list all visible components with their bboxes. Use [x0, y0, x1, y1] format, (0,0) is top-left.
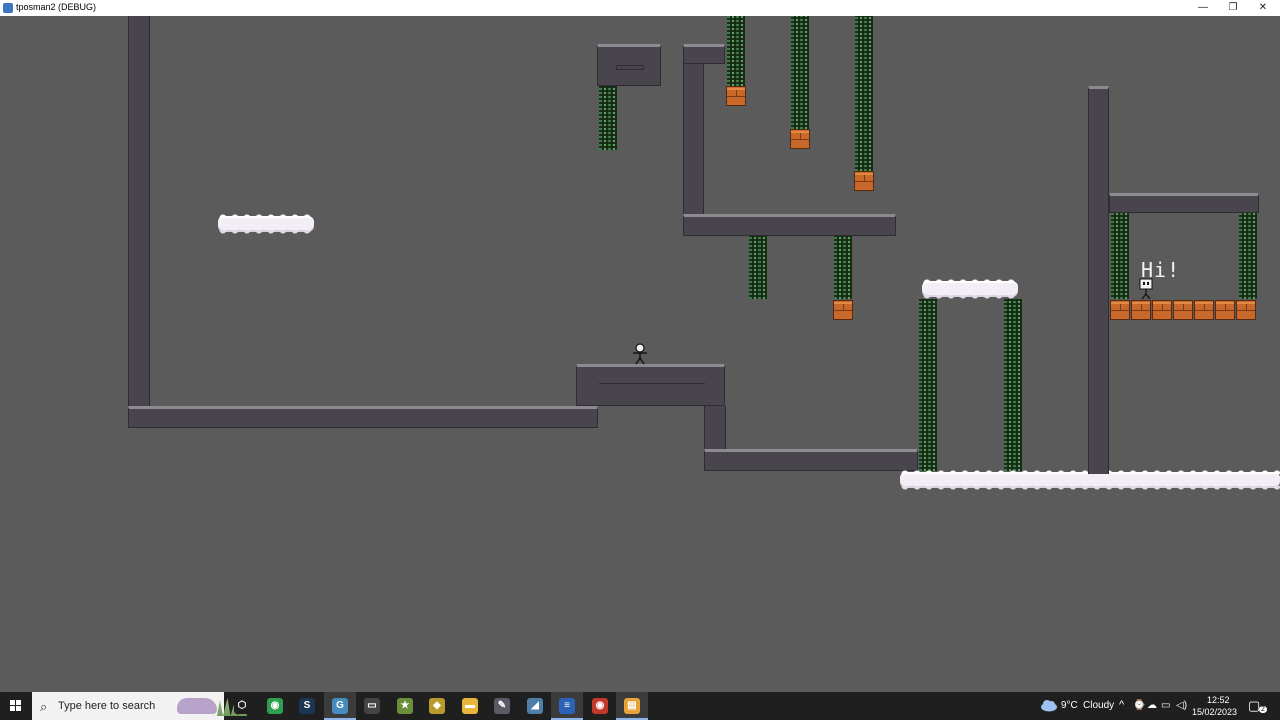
platform-line	[599, 383, 705, 384]
structure-wall	[683, 44, 704, 236]
brick-block	[833, 300, 853, 320]
clock-time[interactable]: 12:52	[1207, 695, 1230, 705]
windows-logo-icon	[10, 700, 15, 705]
hanging-vine	[749, 236, 767, 299]
system-tray: 9°C Cloudy ^ ⌚ ☁ ▭ ◁) 12:52 15/02/2023 ▢…	[1035, 692, 1280, 720]
brick-block	[1152, 300, 1172, 320]
taskbar-app-game-icon-2[interactable]: ◆	[421, 692, 453, 720]
hanging-vine	[834, 236, 852, 299]
hanging-vine	[599, 86, 617, 150]
godot-icon: G	[332, 698, 348, 714]
taskbar: ⌕ Type here to search ⬡ ◉ S G ▭ ★ ◆ ▬ ✎ ◢ ≡ ◉ ▤ 9°C …	[0, 692, 1280, 720]
weather-description[interactable]: Cloudy	[1083, 700, 1114, 711]
cloud-platform-left	[218, 214, 314, 234]
taskbar-app-app-icon-10[interactable]: ◢	[519, 692, 551, 720]
taskbar-search-box[interactable]: ⌕ Type here to search	[32, 692, 247, 720]
search-icon: ⌕	[40, 699, 48, 714]
search-placeholder: Type here to search	[58, 700, 156, 712]
brick-block	[1215, 300, 1235, 320]
hanging-vine	[1239, 213, 1257, 299]
windows-logo-icon-part	[10, 706, 15, 711]
hanging-vine	[791, 16, 809, 129]
start-button[interactable]	[0, 692, 32, 720]
cloud-weather-icon	[1041, 700, 1057, 712]
taskbar-app-chrome-2[interactable]: ◉	[584, 692, 616, 720]
taskbar-app-notes[interactable]: ▭	[356, 692, 388, 720]
app-icon-10-icon: ◢	[527, 698, 543, 714]
notes-icon: ▭	[364, 698, 380, 714]
brick-block	[854, 171, 874, 191]
clock-date[interactable]: 15/02/2023	[1192, 707, 1237, 717]
brick-block	[1110, 300, 1130, 320]
taskbar-app-app-icon-13[interactable]: ▤	[616, 692, 648, 720]
brick-block	[790, 129, 810, 149]
window-title: tposman2 (DEBUG)	[16, 2, 97, 12]
network-icon[interactable]: ▭	[1161, 700, 1170, 711]
hanging-vine	[1004, 299, 1022, 471]
taskbar-app-file-explorer[interactable]: ▬	[454, 692, 486, 720]
taskbar-app-game-icon-1[interactable]: ★	[389, 692, 421, 720]
game-viewport[interactable]: Hi!	[0, 16, 1280, 692]
restore-button[interactable]: ❐	[1218, 0, 1248, 16]
taskbar-app-app-icon-11[interactable]: ≡	[551, 692, 583, 720]
app-icon	[3, 3, 13, 13]
brick-block	[1236, 300, 1256, 320]
windows-logo-icon-part	[16, 706, 21, 711]
taskbar-app-app-icon-9[interactable]: ✎	[486, 692, 518, 720]
app-icon-9-icon: ✎	[494, 698, 510, 714]
hanging-vine	[919, 299, 937, 471]
cloud-floor-right	[900, 470, 1280, 490]
file-explorer-icon: ▬	[462, 698, 478, 714]
room-ceiling	[1109, 193, 1259, 213]
window-title-bar: tposman2 (DEBUG) — ❐ ✕	[0, 0, 1280, 16]
close-button[interactable]: ✕	[1248, 0, 1278, 16]
windows-logo-icon-part	[16, 700, 21, 705]
app-icon-11-icon: ≡	[559, 698, 575, 714]
cloud-platform-mid	[922, 279, 1018, 299]
minimize-button[interactable]: —	[1188, 0, 1218, 16]
hanging-vine	[1111, 213, 1129, 299]
structure-ledge	[683, 44, 725, 64]
floating-block	[597, 44, 661, 86]
taskbar-app-chrome[interactable]: ◉	[259, 692, 291, 720]
steam-icon: S	[299, 698, 315, 714]
taskbar-app-task-view[interactable]: ⬡	[226, 692, 258, 720]
notifications-icon[interactable]: ▢	[1248, 698, 1260, 714]
game-icon-1-icon: ★	[397, 698, 413, 714]
weather-temperature[interactable]: 9°C	[1061, 700, 1078, 711]
raised-platform	[576, 364, 725, 406]
lower-floor-platform	[704, 449, 918, 471]
taskbar-app-godot[interactable]: G	[324, 692, 356, 720]
app-icon-13-icon: ▤	[624, 698, 640, 714]
brick-block	[1194, 300, 1214, 320]
brick-block	[1173, 300, 1193, 320]
chrome-2-icon: ◉	[592, 698, 608, 714]
left-wall	[128, 16, 150, 412]
right-pillar	[1088, 86, 1109, 474]
hanging-vine	[855, 16, 873, 171]
block-slot	[616, 65, 644, 70]
hanging-vine	[727, 16, 745, 86]
game-icon-2-icon: ◆	[429, 698, 445, 714]
floor-platform-left	[128, 406, 598, 428]
player-character	[633, 343, 647, 365]
npc-character	[1139, 278, 1153, 300]
structure-floor	[683, 214, 896, 236]
meet-now-icon[interactable]: ⌚	[1133, 700, 1145, 711]
brick-block	[726, 86, 746, 106]
task-view-icon: ⬡	[234, 698, 250, 714]
chevron-up-icon[interactable]: ^	[1119, 699, 1124, 711]
volume-icon[interactable]: ◁)	[1176, 700, 1187, 711]
taskbar-app-steam[interactable]: S	[291, 692, 323, 720]
chrome-icon: ◉	[267, 698, 283, 714]
brick-block	[1131, 300, 1151, 320]
notification-count-badge: 2	[1259, 706, 1267, 713]
onedrive-icon[interactable]: ☁	[1147, 700, 1157, 711]
search-highlight-hippo-icon	[177, 698, 217, 714]
